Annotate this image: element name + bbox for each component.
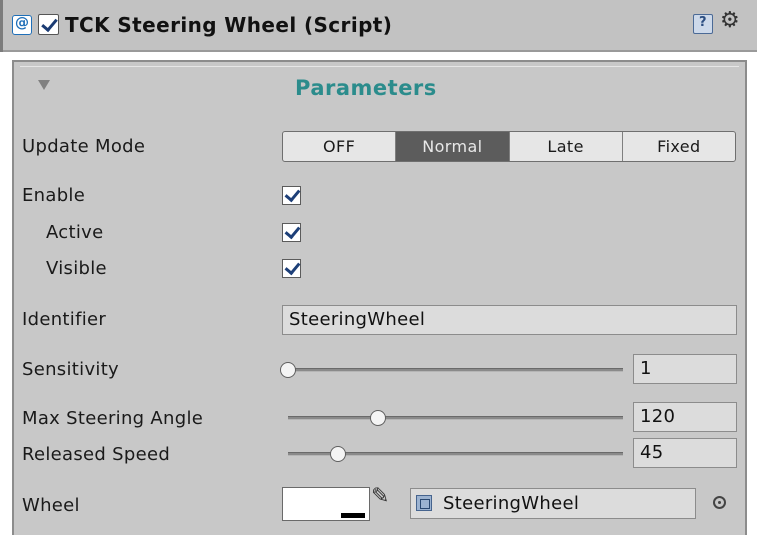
update-mode-label: Update Mode — [22, 136, 146, 157]
slider-thumb[interactable] — [370, 410, 387, 426]
active-checkbox[interactable] — [282, 223, 301, 242]
object-icon — [416, 495, 432, 511]
released-speed-label: Released Speed — [22, 444, 171, 465]
wheel-label: Wheel — [22, 495, 80, 516]
update-mode-option-late[interactable]: Late — [510, 132, 623, 161]
update-mode-option-off[interactable]: OFF — [283, 132, 397, 161]
slider-thumb[interactable] — [280, 362, 296, 378]
panel-divider — [20, 66, 739, 67]
script-icon[interactable] — [12, 15, 32, 35]
eyedropper-icon[interactable]: ✎ — [371, 484, 389, 509]
wheel-object-field[interactable]: SteeringWheel — [410, 488, 696, 519]
component-header: TCK Steering Wheel (Script) ⚙ — [0, 0, 757, 52]
enable-label: Enable — [22, 185, 86, 206]
released-speed-slider[interactable] — [288, 444, 623, 464]
header-edge — [0, 0, 3, 52]
max-steering-angle-label: Max Steering Angle — [22, 408, 204, 429]
update-mode-option-normal[interactable]: Normal — [396, 132, 510, 161]
component-title[interactable]: TCK Steering Wheel (Script) — [65, 13, 392, 37]
section-title: Parameters — [295, 76, 437, 100]
visible-checkbox[interactable] — [282, 259, 301, 278]
identifier-label: Identifier — [22, 309, 107, 330]
component-enabled-checkbox[interactable] — [38, 14, 59, 35]
visible-label: Visible — [46, 258, 107, 279]
triangle-down-icon[interactable] — [38, 80, 50, 90]
active-label: Active — [46, 222, 104, 243]
sensitivity-label: Sensitivity — [22, 359, 120, 380]
sensitivity-slider[interactable] — [280, 360, 623, 380]
enable-checkbox[interactable] — [282, 186, 301, 205]
max-steering-angle-slider[interactable] — [288, 408, 623, 428]
released-speed-value-field[interactable]: 45 — [633, 438, 737, 468]
help-icon[interactable] — [693, 14, 713, 34]
update-mode-toolbar: OFF Normal Late Fixed — [282, 131, 736, 162]
update-mode-option-fixed[interactable]: Fixed — [623, 132, 735, 161]
slider-track — [288, 416, 623, 420]
slider-track — [288, 368, 623, 372]
identifier-field[interactable]: SteeringWheel — [282, 305, 737, 335]
max-steering-angle-value-field[interactable]: 120 — [633, 402, 737, 432]
slider-thumb[interactable] — [330, 446, 347, 462]
wheel-color-field[interactable] — [282, 487, 370, 521]
gear-icon[interactable]: ⚙ — [720, 8, 740, 33]
sensitivity-value-field[interactable]: 1 — [633, 354, 737, 384]
object-picker-icon[interactable] — [713, 496, 726, 509]
